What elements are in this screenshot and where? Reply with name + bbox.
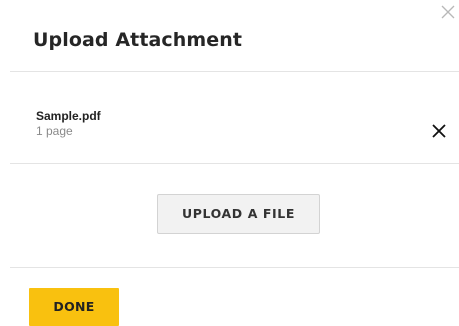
done-button[interactable]: DONE xyxy=(29,288,119,326)
attachment-file-name: Sample.pdf xyxy=(36,109,101,123)
dialog-title: Upload Attachment xyxy=(33,29,243,51)
upload-attachment-dialog: Upload Attachment Sample.pdf 1 page UPLO… xyxy=(0,0,459,326)
header-divider xyxy=(10,71,459,72)
upload-file-button[interactable]: UPLOAD A FILE xyxy=(157,194,320,234)
close-icon xyxy=(441,5,455,19)
dialog-close-icon[interactable] xyxy=(440,4,456,20)
attachment-divider xyxy=(10,163,459,164)
footer-divider xyxy=(10,267,459,268)
remove-attachment-button[interactable] xyxy=(432,123,446,138)
attachment-page-count: 1 page xyxy=(36,124,73,138)
close-icon xyxy=(432,124,446,138)
